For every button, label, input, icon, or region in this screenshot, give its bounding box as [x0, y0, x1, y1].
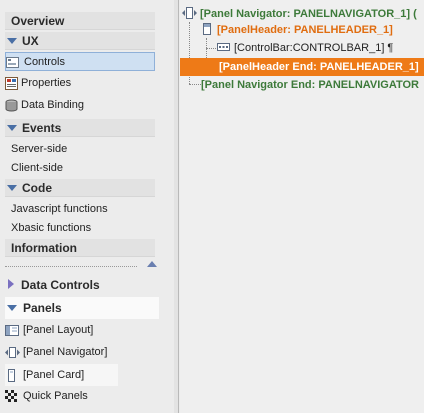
- sidebar-item-label: Quick Panels: [23, 390, 88, 402]
- expand-triangle-icon[interactable]: [8, 279, 14, 289]
- sidebar-item-label: [Panel Layout]: [23, 324, 94, 336]
- sidebar-item-panel-navigator[interactable]: [Panel Navigator]: [5, 343, 155, 362]
- tree-node-label: [Panel Navigator: PANELNAVIGATOR_1] (: [200, 8, 417, 20]
- section-information[interactable]: Information: [5, 239, 155, 257]
- collapse-triangle-icon[interactable]: [7, 125, 17, 131]
- panel-layout-icon: [5, 324, 19, 337]
- sidebar-item-controls[interactable]: Controls: [5, 52, 155, 71]
- tree-node-panel-navigator-end[interactable]: [Panel Navigator End: PANELNAVIGATOR: [201, 77, 419, 93]
- panel-navigator-icon: [182, 7, 197, 19]
- tree-node-panel-header-end[interactable]: [PanelHeader End: PANELHEADER_1]: [180, 58, 424, 76]
- section-overview[interactable]: Overview: [5, 12, 155, 30]
- tree-view: [Panel Navigator: PANELNAVIGATOR_1] ( [P…: [180, 0, 424, 413]
- collapse-triangle-icon[interactable]: [7, 305, 17, 311]
- section-information-label: Information: [11, 241, 77, 255]
- collapse-triangle-icon[interactable]: [7, 185, 17, 191]
- section-code[interactable]: Code: [5, 179, 155, 197]
- collapse-up-icon[interactable]: [147, 261, 157, 267]
- panel-header-icon: [202, 23, 212, 35]
- tree-node-controlbar[interactable]: [ControlBar:CONTROLBAR_1] ¶: [217, 40, 393, 56]
- section-code-label: Code: [22, 181, 52, 195]
- tree-connector: [189, 84, 201, 85]
- sidebar-item-client-side[interactable]: Client-side: [5, 159, 155, 178]
- tree-node-panel-header[interactable]: [PanelHeader: PANELHEADER_1]: [202, 22, 393, 38]
- tree-node-label: [Panel Navigator End: PANELNAVIGATOR: [201, 79, 419, 91]
- divider: [5, 266, 137, 267]
- panel-navigator-icon: [5, 346, 20, 359]
- sidebar-item-label: Xbasic functions: [11, 222, 92, 234]
- section-data-controls[interactable]: Data Controls: [5, 274, 159, 296]
- sidebar-item-label: Server-side: [11, 143, 68, 155]
- sidebar-item-panel-layout[interactable]: [Panel Layout]: [5, 321, 155, 340]
- sidebar-item-xbasic-functions[interactable]: Xbasic functions: [5, 219, 155, 238]
- sidebar-item-label: Data Binding: [21, 99, 84, 111]
- panel-card-icon: [5, 368, 18, 382]
- section-ux[interactable]: UX: [5, 32, 155, 50]
- tree-node-label: [PanelHeader End: PANELHEADER_1]: [219, 61, 419, 73]
- controls-icon: [6, 56, 19, 69]
- section-panels[interactable]: Panels: [5, 297, 159, 319]
- sidebar-item-label: [Panel Navigator]: [23, 346, 108, 358]
- collapse-triangle-icon[interactable]: [7, 38, 17, 44]
- database-icon: [5, 99, 18, 112]
- sidebar-item-label: Controls: [24, 56, 65, 68]
- sidebar-item-server-side[interactable]: Server-side: [5, 140, 155, 159]
- sidebar-item-properties[interactable]: Properties: [5, 74, 155, 93]
- section-data-controls-label: Data Controls: [21, 278, 100, 292]
- checkered-flag-icon: [5, 390, 18, 403]
- section-events[interactable]: Events: [5, 119, 155, 137]
- section-ux-label: UX: [22, 34, 39, 48]
- tree-node-panel-navigator[interactable]: [Panel Navigator: PANELNAVIGATOR_1] (: [182, 6, 417, 22]
- pane-splitter[interactable]: [174, 0, 179, 413]
- sidebar-item-label: Client-side: [11, 162, 63, 174]
- sidebar-item-label: Properties: [21, 77, 72, 89]
- section-panels-label: Panels: [23, 301, 62, 315]
- sidebar-item-quick-panels[interactable]: Quick Panels: [5, 387, 155, 406]
- sidebar-item-label: Javascript functions: [11, 203, 108, 215]
- sidebar-item-label: [Panel Card]: [23, 369, 85, 381]
- tree-node-label: [ControlBar:CONTROLBAR_1] ¶: [234, 42, 394, 54]
- section-events-label: Events: [22, 121, 62, 135]
- properties-icon: [5, 77, 18, 90]
- controlbar-icon: [217, 41, 230, 51]
- tree-connector: [206, 48, 216, 49]
- sidebar-item-panel-card[interactable]: [Panel Card]: [5, 364, 118, 386]
- sidebar-item-data-binding[interactable]: Data Binding: [5, 96, 155, 115]
- sidebar-item-javascript-functions[interactable]: Javascript functions: [5, 200, 155, 219]
- left-sidebar: Overview UX Controls Properties Data Bin…: [0, 0, 160, 413]
- tree-node-label: [PanelHeader: PANELHEADER_1]: [217, 24, 393, 36]
- section-overview-label: Overview: [11, 14, 65, 28]
